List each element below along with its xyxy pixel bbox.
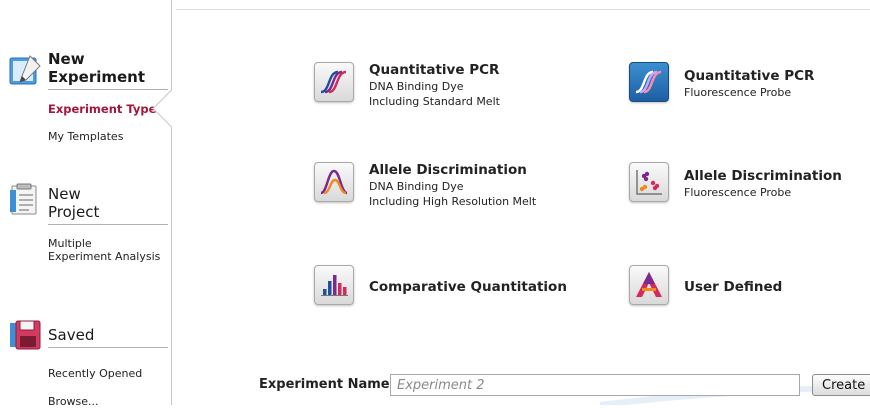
- tile-title: Comparative Quantitation: [369, 279, 567, 295]
- tile-line: Including High Resolution Melt: [369, 195, 537, 208]
- saved-title[interactable]: Saved: [48, 326, 168, 348]
- tile-allele-discrimination-dna-binding-dye[interactable]: Allele Discrimination DNA Binding Dye In…: [314, 162, 574, 210]
- tile-title: Quantitative PCR: [369, 62, 500, 78]
- tile-qpcr-dna-binding-dye[interactable]: Quantitative PCR DNA Binding Dye Includi…: [314, 62, 574, 110]
- sidebar-item-my-templates[interactable]: My Templates: [48, 130, 123, 143]
- qpcr-curves-icon: [629, 62, 669, 102]
- sidebar: New Experiment Experiment Types My Templ…: [0, 0, 172, 408]
- tile-line: Fluorescence Probe: [684, 186, 792, 199]
- tile-line: Fluorescence Probe: [684, 86, 792, 99]
- new-experiment-icon: [8, 54, 42, 88]
- new-experiment-title-line1: New: [48, 50, 85, 68]
- saved-icon: [8, 317, 42, 351]
- sidebar-item-multiple-experiment-analysis[interactable]: Multiple Experiment Analysis: [48, 237, 160, 263]
- tile-title: User Defined: [684, 279, 783, 295]
- new-project-icon: [8, 182, 42, 216]
- experiment-name-input[interactable]: [390, 374, 800, 396]
- sidebar-item-browse[interactable]: Browse...: [48, 395, 99, 408]
- sidebar-item-experiment-types[interactable]: Experiment Types: [48, 103, 163, 116]
- qpcr-curves-icon: [314, 62, 354, 102]
- new-project-title[interactable]: New Project: [48, 185, 168, 225]
- new-experiment-title[interactable]: New Experiment: [48, 50, 168, 90]
- scatter-plot-icon: [629, 162, 669, 202]
- tile-qpcr-fluorescence-probe[interactable]: Quantitative PCR Fluorescence Probe: [629, 62, 859, 110]
- new-project-title-line1: New: [48, 185, 81, 203]
- melt-curve-icon: [314, 162, 354, 202]
- experiment-name-label: Experiment Name: [259, 377, 390, 392]
- new-project-title-line2: Project: [48, 203, 100, 221]
- tile-user-defined[interactable]: User Defined: [629, 265, 859, 307]
- tile-title: Quantitative PCR: [684, 68, 815, 84]
- main-top-divider: [176, 9, 870, 10]
- multiple-experiment-analysis-line1: Multiple: [48, 237, 92, 250]
- new-experiment-title-line2: Experiment: [48, 68, 146, 86]
- tile-line: DNA Binding Dye: [369, 180, 464, 193]
- sidebar-divider: [171, 0, 172, 405]
- sidebar-item-recently-opened[interactable]: Recently Opened: [48, 367, 142, 380]
- tile-line: Including Standard Melt: [369, 95, 500, 108]
- tile-title: Allele Discrimination: [684, 168, 842, 184]
- user-defined-icon: [629, 265, 669, 305]
- create-button[interactable]: Create: [812, 374, 870, 396]
- bar-chart-icon: [314, 265, 354, 305]
- tile-title: Allele Discrimination: [369, 162, 527, 178]
- tile-allele-discrimination-fluorescence-probe[interactable]: Allele Discrimination Fluorescence Probe: [629, 162, 859, 210]
- tile-line: DNA Binding Dye: [369, 80, 464, 93]
- multiple-experiment-analysis-line2: Experiment Analysis: [48, 250, 161, 263]
- tile-comparative-quantitation[interactable]: Comparative Quantitation: [314, 265, 574, 307]
